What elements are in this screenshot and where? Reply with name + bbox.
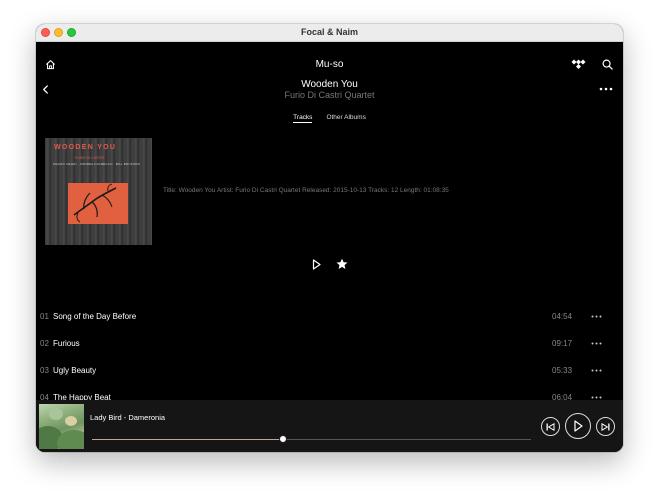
window-title: Focal & Naim (300, 27, 358, 37)
device-name[interactable]: Mu-so (36, 59, 623, 70)
play-button[interactable] (565, 413, 591, 439)
now-playing-title[interactable]: Lady Bird - Dameronia (90, 413, 165, 422)
tab-tracks[interactable]: Tracks (293, 114, 313, 123)
play-icon (574, 420, 583, 432)
play-album-button[interactable] (311, 258, 323, 270)
more-icon (591, 369, 601, 371)
search-icon (602, 59, 613, 70)
progress-handle[interactable] (279, 435, 288, 443)
more-icon (591, 315, 601, 317)
track-duration: 09:17 (552, 339, 573, 348)
album-tabs: Tracks Other Albums (36, 114, 623, 123)
now-playing-cover[interactable] (39, 404, 84, 449)
cover-artwork-square (68, 183, 128, 224)
more-icon (591, 342, 601, 344)
previous-button[interactable] (541, 417, 560, 436)
progress-fill (92, 439, 284, 440)
progress-slider[interactable] (92, 435, 531, 443)
track-row-2[interactable]: 02 Furious 09:17 (36, 332, 623, 356)
album-more-button[interactable] (598, 84, 614, 94)
track-more-button[interactable] (589, 363, 603, 377)
track-number: 02 (40, 339, 49, 348)
album-info-text: Title: Wooden You Artist: Furio Di Castr… (163, 187, 449, 194)
favorite-button[interactable] (335, 258, 349, 270)
track-number: 03 (40, 366, 49, 375)
track-row-1[interactable]: 01 Song of the Day Before 04:54 (36, 305, 623, 329)
track-name: Furious (53, 339, 80, 348)
tidal-button[interactable] (571, 58, 586, 70)
track-name: Ugly Beauty (53, 366, 97, 375)
branch-artwork (73, 183, 117, 223)
previous-icon (546, 422, 555, 431)
next-button[interactable] (596, 417, 615, 436)
cover-subtitle-text: FURIO DI CASTRI (75, 156, 105, 160)
title-bar: Focal & Naim (36, 24, 623, 42)
cover-title-text: WOODEN YOU (54, 144, 117, 151)
cover-credits-text: MAURO NEGRI · ANDREA DULBECCO · BILL BRU… (53, 162, 141, 166)
track-number: 01 (40, 312, 49, 321)
next-icon (601, 422, 610, 431)
search-button[interactable] (601, 58, 613, 70)
track-more-button[interactable] (589, 309, 603, 323)
main-content: Mu-so Wooden You Furio Di Castri Quartet (36, 42, 623, 452)
album-actions (36, 258, 623, 270)
more-icon (591, 396, 601, 398)
tidal-icon (571, 59, 586, 69)
track-row-3[interactable]: 03 Ugly Beauty 05:33 (36, 359, 623, 383)
track-more-button[interactable] (589, 336, 603, 350)
star-icon (336, 258, 347, 269)
track-name: Song of the Day Before (53, 312, 137, 321)
track-duration: 05:33 (552, 366, 573, 375)
album-cover: WOODEN YOU FURIO DI CASTRI MAURO NEGRI ·… (45, 138, 152, 245)
now-playing-bar: Lady Bird - Dameronia (36, 400, 623, 452)
track-duration: 04:54 (552, 312, 573, 321)
more-icon (599, 87, 613, 91)
album-title: Wooden You (301, 79, 358, 90)
app-window: Focal & Naim Mu-so Wooden You Furio Di C… (36, 24, 623, 452)
album-artist[interactable]: Furio Di Castri Quartet (36, 90, 623, 100)
tab-other-albums[interactable]: Other Albums (326, 114, 365, 123)
play-icon (312, 258, 321, 270)
